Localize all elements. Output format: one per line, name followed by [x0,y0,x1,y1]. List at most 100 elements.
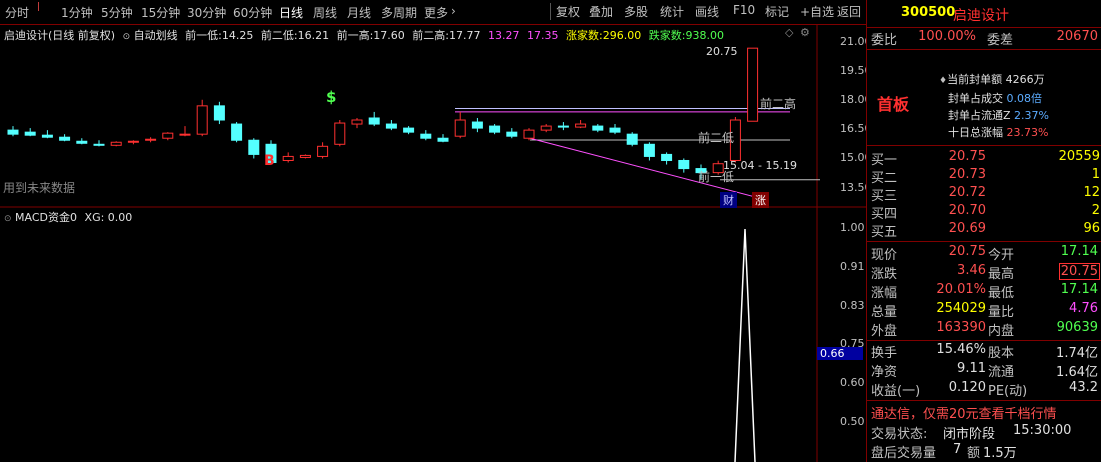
candle-body[interactable] [317,145,329,157]
candle-body[interactable] [93,143,105,146]
candle-body[interactable] [299,154,311,158]
bid-row[interactable]: 买四 20.70 2 [867,203,1101,222]
candle-body[interactable] [334,122,346,145]
bid-row[interactable]: 买一 20.75 20559 [867,149,1101,168]
add-watchlist-button[interactable]: +自选 [800,3,834,20]
candle-body[interactable] [59,136,71,141]
candle-body[interactable] [626,133,638,145]
candle-body[interactable] [127,140,139,143]
divider [867,400,1101,401]
candle-body[interactable] [162,132,174,139]
huaxian-button[interactable]: 画线 [695,3,719,20]
more-chevron-icon[interactable]: › [451,4,456,18]
f10-button[interactable]: F10 [733,3,755,20]
divider [867,27,1101,28]
divider [867,241,1101,242]
period-tab-daily[interactable]: 日线 [279,4,303,21]
trade-status-value: 闭市阶段 [943,427,996,442]
candle-body[interactable] [213,105,225,121]
candle-body[interactable] [575,123,587,128]
candle-body[interactable] [454,119,466,137]
fuquan-button[interactable]: 复权 [556,3,580,20]
qian-er-gao-marker: 前二高 [760,97,797,111]
bid-row[interactable]: 买二 20.73 1 [867,167,1101,186]
candle-body[interactable] [385,123,397,129]
fin-label: 换手 [871,346,898,361]
upgrade-ad-text[interactable]: 通达信，仅需20元查看千档行情 [871,403,1057,422]
period-tab-multi[interactable]: 多周期 [381,4,417,21]
formula-name[interactable]: 自动划线 [134,29,178,42]
weicha-value: 20670 [1056,29,1098,44]
diejia-button[interactable]: 叠加 [589,3,613,20]
candle-body[interactable] [643,143,655,157]
cai-badge[interactable]: 财 [720,192,737,208]
quote-value: 17.14 [1060,282,1098,297]
candle-body[interactable] [420,133,432,139]
candle-body[interactable] [557,125,569,128]
fengdan-lt-label: 封单占流通Z [948,109,1011,122]
macd-tick: 0.50 [840,415,865,428]
period-tab-60min[interactable]: 60分钟 [233,4,272,21]
quote-value: 163390 [936,320,986,335]
period-tab-fenshi[interactable]: 分时 [5,4,29,21]
formula-toggle-icon[interactable]: ⊙ [123,32,131,42]
candle-body[interactable] [678,159,690,170]
period-tab-5min[interactable]: 5分钟 [101,4,133,21]
candle-body[interactable] [540,125,552,131]
kline-chart-svg[interactable] [0,25,866,462]
bid-row[interactable]: 买五 20.69 96 [867,221,1101,240]
tongji-button[interactable]: 统计 [660,3,684,20]
candle-body[interactable] [24,131,36,136]
candle-body[interactable] [351,119,363,125]
duogu-button[interactable]: 多股 [624,3,648,20]
qian-er-di-label: 前二低: [260,29,298,42]
candle-body[interactable] [7,129,19,135]
period-tab-more[interactable]: 更多 [424,4,448,21]
bid-row[interactable]: 买三 20.72 12 [867,185,1101,204]
period-tab-monthly[interactable]: 月线 [347,4,371,21]
candle-body[interactable] [489,125,501,133]
quote-row: 总量 254029 量比 4.76 [867,301,1101,320]
candle-body[interactable] [592,125,604,131]
upgrade-ad[interactable]: 通达信，仅需20元查看千档行情 [867,403,1101,422]
candle-body[interactable] [248,139,260,155]
candle-body[interactable] [41,134,53,138]
chart-area[interactable]: 启迪设计(日线 前复权) ⊙ 自动划线 前一低:14.25 前二低:16.21 … [0,25,872,462]
macd-toggle-icon[interactable]: ⊙ [4,214,12,224]
period-toolbar: 分时 | 1分钟 5分钟 15分钟 30分钟 60分钟 日线 周线 月线 多周期… [0,0,866,25]
fin-value: 1.74亿 [1056,346,1098,361]
candle-body[interactable] [231,123,243,141]
diamond-icon[interactable]: ◇ [785,26,793,39]
candle-body[interactable] [196,105,208,135]
macd-tick: 0.91 [840,260,865,273]
back-button[interactable]: 返回 [837,3,861,20]
period-tab-15min[interactable]: 15分钟 [141,4,180,21]
candle-body[interactable] [437,137,449,142]
xg-value: 0.00 [107,211,133,224]
fin-label: 流通 [988,365,1015,380]
candle-body[interactable] [471,121,483,129]
period-tab-weekly[interactable]: 周线 [313,4,337,21]
candle-body[interactable] [76,140,88,144]
candle-body[interactable] [661,153,673,161]
period-tab-30min[interactable]: 30分钟 [187,4,226,21]
candle-body[interactable] [282,155,294,161]
bid-price: 20.75 [948,149,986,164]
biaoji-button[interactable]: 标记 [765,3,789,20]
candle-body[interactable] [609,127,621,133]
candle-body[interactable] [179,133,191,136]
zhang-badge[interactable]: 涨 [752,192,769,208]
macd-title[interactable]: MACD资金0 [15,211,77,224]
candle-body[interactable] [368,117,380,125]
stock-id-row: 300500 启迪设计 [867,5,1101,24]
period-tab-1min[interactable]: 1分钟 [61,4,93,21]
chart-settings-icon[interactable]: ⚙ [800,26,810,39]
candle-body[interactable] [523,129,535,139]
candle-body[interactable] [506,131,518,137]
candle-body[interactable] [145,138,157,141]
macd-tick: 0.83 [840,299,865,312]
candle-body[interactable] [747,47,759,122]
candle-body[interactable] [403,127,415,133]
toolbar-divider [550,3,551,20]
candle-body[interactable] [110,141,122,146]
